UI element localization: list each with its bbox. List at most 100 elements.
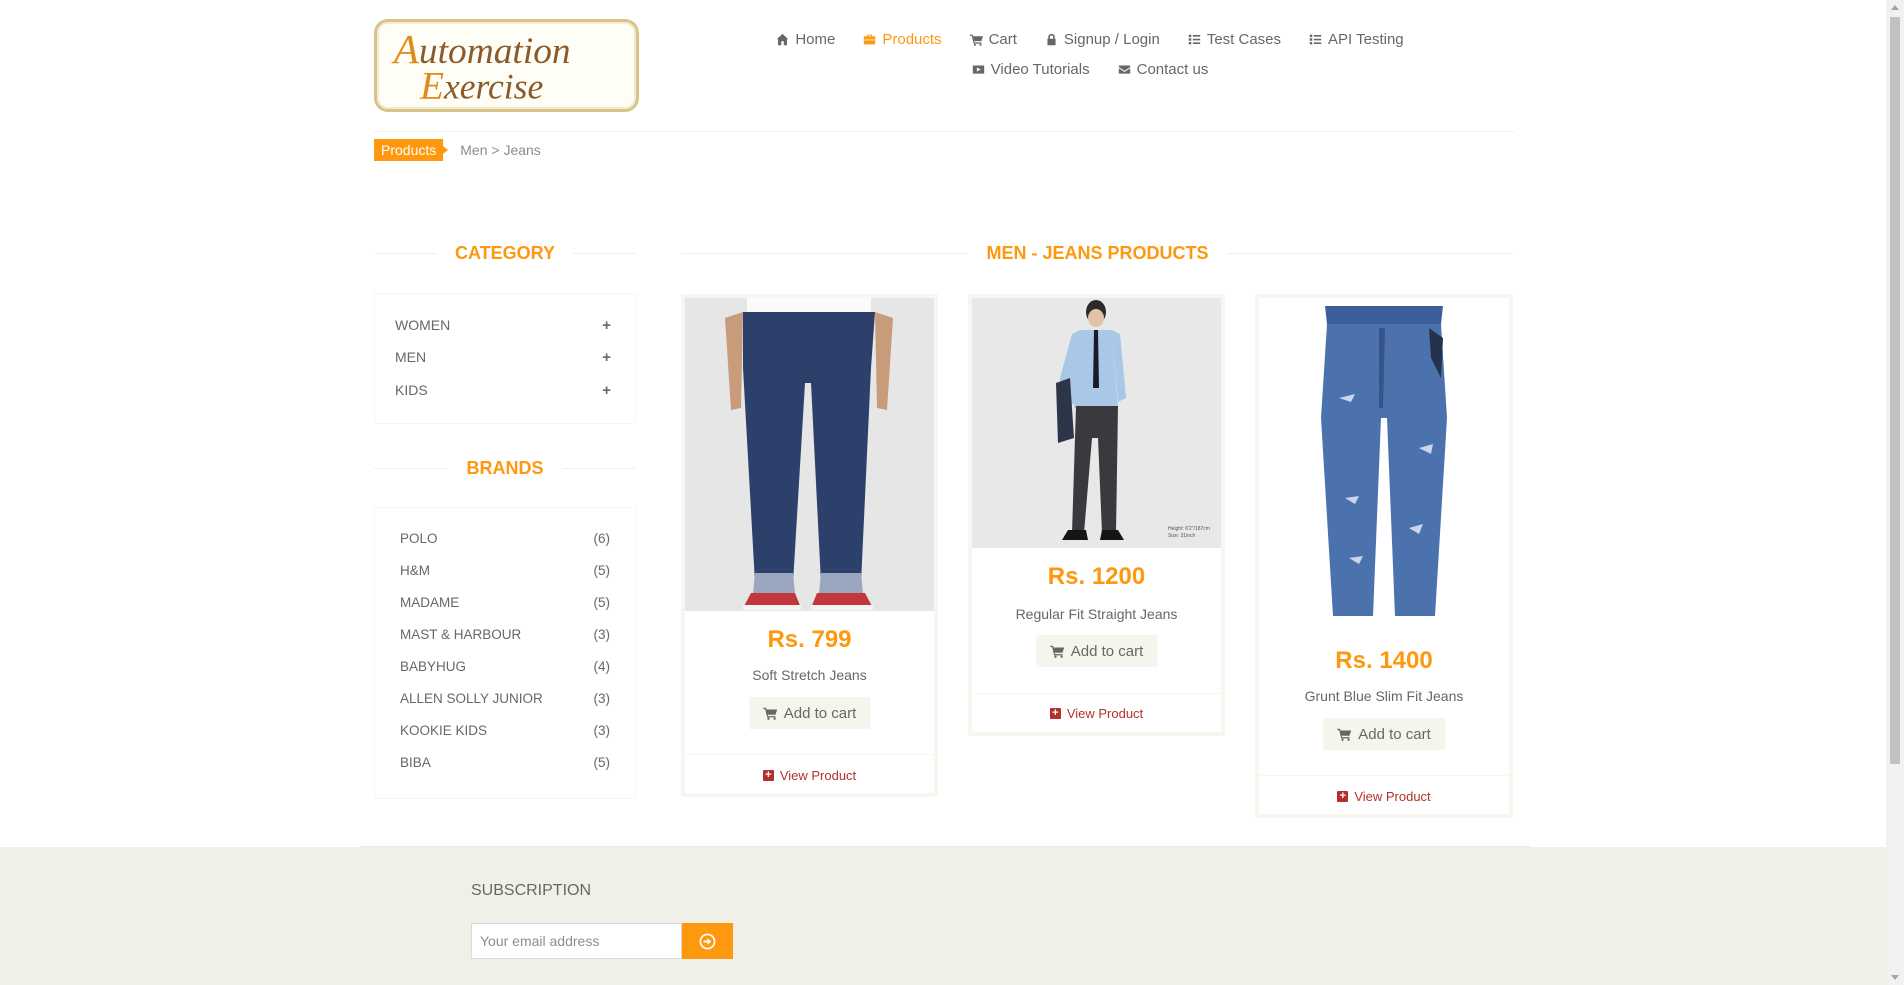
- add-to-cart-button[interactable]: Add to cart: [1035, 635, 1158, 667]
- scroll-down-arrow-icon[interactable]: [1891, 975, 1899, 980]
- brand-name: ALLEN SOLLY JUNIOR: [400, 690, 543, 706]
- product-card: Rs. 799 Soft Stretch Jeans Add to cart +…: [681, 294, 938, 797]
- product-image[interactable]: Height: 6'2"/187cm Size: 31inch: [972, 298, 1221, 548]
- nav-products[interactable]: Products: [849, 28, 955, 51]
- arrow-circle-right-icon: [699, 933, 716, 949]
- brand-name: KOOKIE KIDS: [400, 722, 488, 738]
- scroll-up-arrow-icon[interactable]: [1891, 5, 1899, 10]
- category-women[interactable]: WOMEN +: [395, 315, 611, 335]
- brand-name: MAST & HARBOUR: [400, 626, 522, 642]
- home-icon: [777, 33, 789, 46]
- category-kids[interactable]: KIDS +: [395, 380, 611, 400]
- breadcrumb: Products Men > Jeans: [374, 139, 541, 161]
- cart-icon: [969, 34, 983, 46]
- svg-text:Exercise: Exercise: [419, 65, 543, 108]
- nav-row-2: Video Tutorials Contact us: [760, 58, 1420, 81]
- category-men-label: MEN: [395, 349, 427, 365]
- nav-test-cases[interactable]: Test Cases: [1174, 28, 1295, 51]
- plus-icon[interactable]: +: [602, 317, 611, 334]
- product-image[interactable]: [685, 298, 934, 611]
- add-to-cart-label: Add to cart: [1358, 725, 1431, 743]
- footer: [0, 847, 1886, 985]
- nav-cart-label: Cart: [988, 31, 1017, 48]
- products-heading-text: Men - Jeans Products: [968, 242, 1227, 264]
- view-product-link[interactable]: + View Product: [1259, 789, 1509, 804]
- plus-square-icon: +: [1049, 708, 1061, 719]
- brands-panel: POLO (6) H&M (5) MADAME (5) MAST & HARBOUR (…: [374, 507, 636, 799]
- nav-video-tutorials-label: Video Tutorials: [990, 61, 1090, 78]
- card-divider: [1259, 775, 1509, 776]
- brand-item[interactable]: H&M (5): [400, 561, 610, 579]
- breadcrumb-products[interactable]: Products: [374, 139, 449, 161]
- category-panel: WOMEN + MEN + KIDS +: [374, 293, 636, 424]
- nav-video-tutorials[interactable]: Video Tutorials: [958, 58, 1104, 81]
- subscription-title: Subscription: [471, 882, 592, 899]
- brand-item[interactable]: BABYHUG (4): [400, 657, 610, 675]
- svg-text:Size: 31inch: Size: 31inch: [1168, 533, 1195, 539]
- lock-icon: [1047, 33, 1056, 46]
- cart-icon: [1049, 645, 1064, 658]
- plus-square-icon: +: [1337, 791, 1349, 802]
- add-to-cart-label: Add to cart: [783, 704, 857, 722]
- header-divider: [374, 131, 1514, 132]
- view-product-label: View Product: [779, 768, 857, 783]
- page-scrollbar[interactable]: [1886, 0, 1904, 985]
- view-product-link[interactable]: + View Product: [972, 706, 1221, 721]
- subscribe-button[interactable]: [682, 923, 733, 959]
- nav-signup-login[interactable]: Signup / Login: [1031, 28, 1174, 51]
- nav-test-cases-label: Test Cases: [1206, 31, 1282, 48]
- brand-item[interactable]: MADAME (5): [400, 593, 610, 611]
- plus-icon[interactable]: +: [602, 349, 611, 366]
- add-to-cart-button[interactable]: Add to cart: [1323, 718, 1445, 750]
- add-to-cart-button[interactable]: Add to cart: [748, 697, 871, 729]
- subscribe-email-input[interactable]: [471, 923, 682, 959]
- view-product-link[interactable]: + View Product: [685, 768, 934, 783]
- product-price: Rs. 799: [767, 626, 852, 653]
- brand-name: MADAME: [400, 594, 460, 610]
- list-icon: [1188, 34, 1201, 45]
- brand-item[interactable]: MAST & HARBOUR (3): [400, 625, 610, 643]
- brand-name: POLO: [400, 530, 438, 546]
- briefcase-icon: [864, 34, 876, 45]
- add-to-cart-label: Add to cart: [1070, 642, 1144, 660]
- nav-api-testing[interactable]: API Testing: [1295, 28, 1418, 51]
- card-divider: [685, 754, 934, 755]
- brand-count: (5): [593, 594, 611, 610]
- brand-item[interactable]: ALLEN SOLLY JUNIOR (3): [400, 689, 610, 707]
- logo-image: Automation Exercise: [391, 26, 571, 108]
- product-card: Height: 6'2"/187cm Size: 31inch Rs. 1200…: [968, 294, 1225, 736]
- view-product-label: View Product: [1354, 789, 1431, 804]
- plus-icon[interactable]: +: [602, 382, 611, 399]
- nav-cart[interactable]: Cart: [956, 28, 1031, 51]
- brand-item[interactable]: BIBA (5): [400, 753, 610, 771]
- scrollbar-thumb[interactable]: [1890, 17, 1900, 764]
- product-name: Regular Fit Straight Jeans: [1015, 606, 1178, 622]
- brand-count: (5): [593, 562, 611, 578]
- products-heading: Men - Jeans Products: [681, 240, 1514, 266]
- cart-icon: [1337, 728, 1352, 741]
- brand-name: BABYHUG: [400, 658, 467, 674]
- product-name: Soft Stretch Jeans: [752, 667, 867, 683]
- brand-item[interactable]: KOOKIE KIDS (3): [400, 721, 610, 739]
- site-logo[interactable]: Automation Exercise: [374, 19, 639, 112]
- youtube-icon: [972, 65, 984, 74]
- nav-row-1: Home Products Cart Signup / Login Test C…: [760, 28, 1420, 51]
- brand-count: (4): [593, 658, 611, 674]
- category-kids-label: KIDS: [395, 382, 428, 398]
- breadcrumb-current: Men > Jeans: [460, 142, 541, 158]
- nav-home[interactable]: Home: [762, 28, 849, 51]
- product-image[interactable]: [1259, 298, 1509, 628]
- category-men[interactable]: MEN +: [395, 347, 611, 367]
- brands-heading-text: Brands: [448, 457, 562, 479]
- brand-count: (3): [593, 722, 611, 738]
- product-price: Rs. 1400: [1335, 647, 1433, 674]
- nav-signup-login-label: Signup / Login: [1063, 31, 1160, 48]
- brand-count: (5): [593, 754, 611, 770]
- view-product-label: View Product: [1066, 706, 1144, 721]
- product-price: Rs. 1200: [1047, 563, 1146, 590]
- nav-contact-us[interactable]: Contact us: [1104, 58, 1223, 81]
- cart-icon: [762, 707, 777, 720]
- card-divider: [972, 693, 1221, 694]
- brand-item[interactable]: POLO (6): [400, 529, 610, 547]
- brand-count: (3): [593, 626, 611, 642]
